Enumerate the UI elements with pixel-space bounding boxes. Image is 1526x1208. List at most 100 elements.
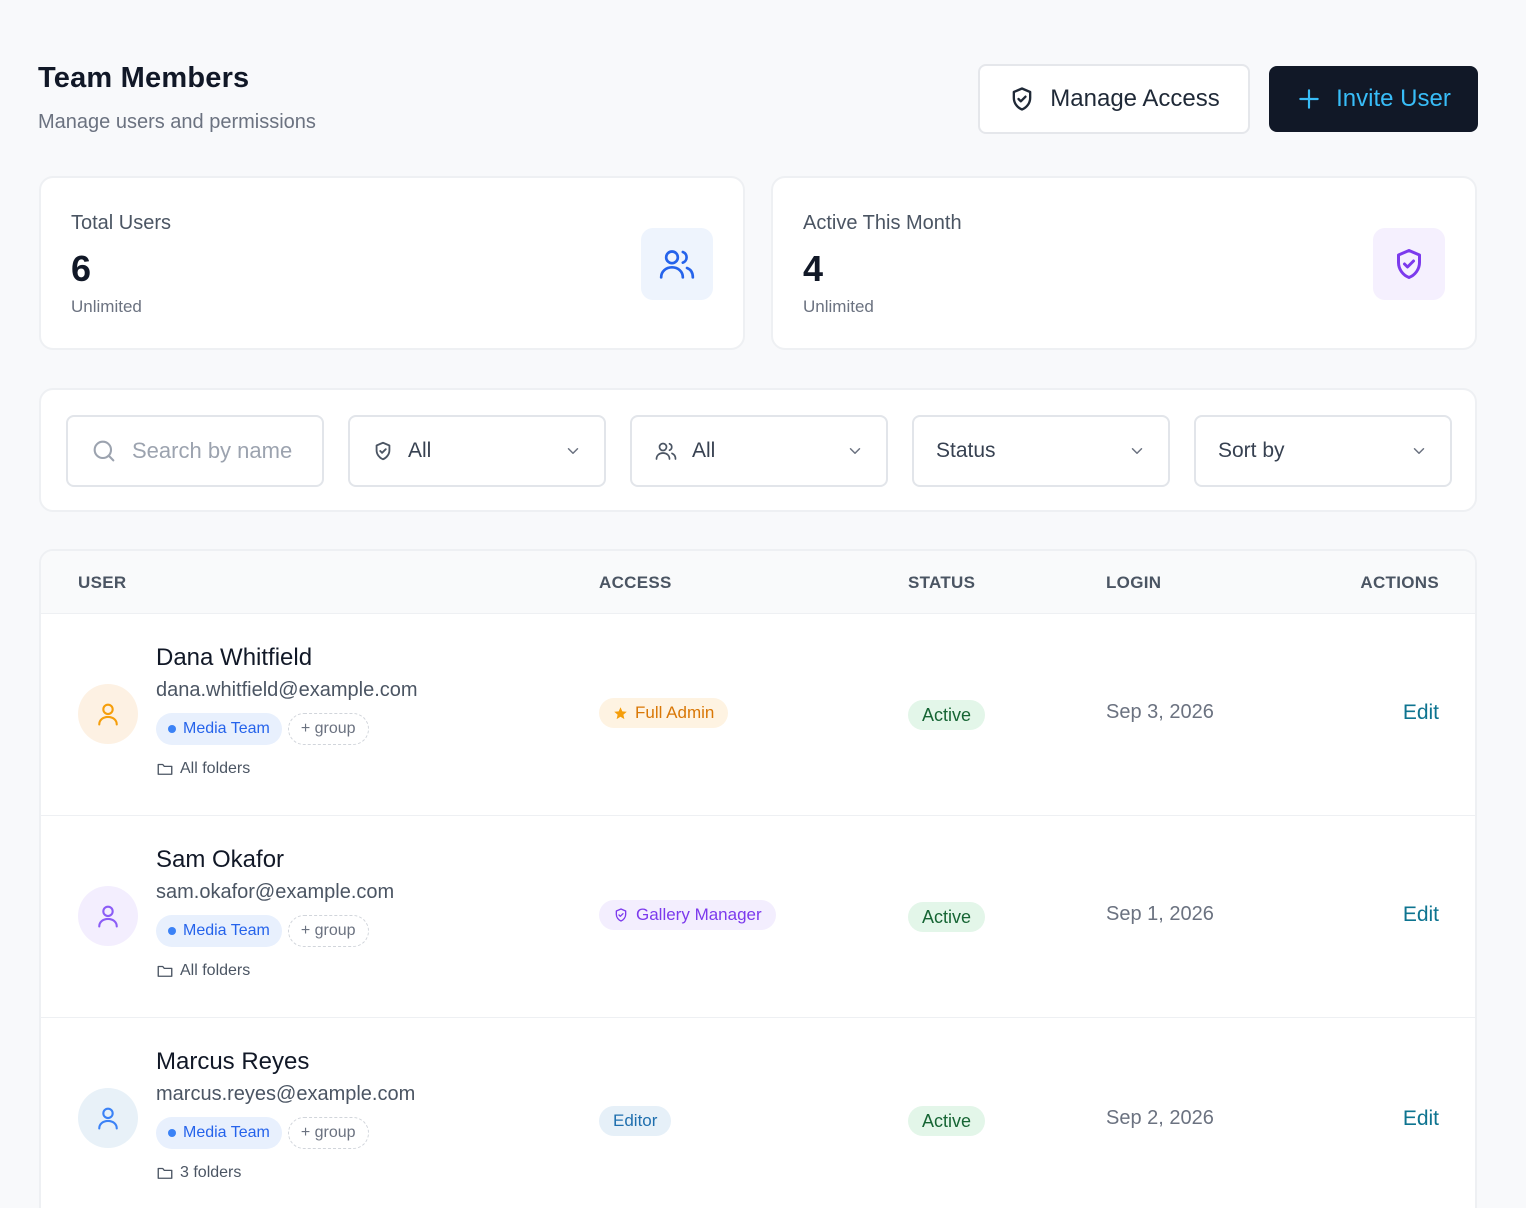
- add-group-button[interactable]: + group: [287, 713, 369, 745]
- user-icon: [98, 1107, 118, 1130]
- page-subtitle: Manage users and permissions: [38, 111, 316, 133]
- folder-access: All folders: [156, 962, 250, 980]
- avatar: [78, 684, 138, 744]
- status-filter-select[interactable]: Status: [912, 415, 1170, 487]
- stat-label: Active This Month: [803, 212, 962, 234]
- shield-check-icon: [1373, 228, 1445, 300]
- stat-value: 4: [803, 248, 824, 289]
- folder-icon: [157, 763, 173, 775]
- last-login: Sep 2, 2026: [1106, 1107, 1214, 1129]
- column-header-access[interactable]: ACCESS: [599, 573, 672, 593]
- add-group-button[interactable]: + group: [287, 1117, 369, 1149]
- user-name[interactable]: Marcus Reyes: [156, 1048, 309, 1076]
- page-header: Team Members Manage users and permission…: [38, 62, 316, 134]
- stat-note: Unlimited: [803, 297, 874, 316]
- chevron-down-icon: [846, 442, 864, 460]
- edit-button[interactable]: Edit: [1403, 903, 1439, 927]
- invite-user-button[interactable]: Invite User: [1269, 66, 1478, 132]
- last-login: Sep 3, 2026: [1106, 701, 1214, 723]
- user-email: dana.whitfield@example.com: [156, 679, 418, 701]
- user-name[interactable]: Dana Whitfield: [156, 644, 312, 672]
- folder-access-label: 3 folders: [180, 1164, 242, 1181]
- group-chip-label: Media Team: [183, 1124, 270, 1141]
- user-email: sam.okafor@example.com: [156, 881, 395, 903]
- search-input[interactable]: [132, 438, 302, 464]
- stat-value: 6: [71, 248, 92, 289]
- users-icon: [654, 439, 678, 463]
- manage-access-label: Manage Access: [1050, 85, 1220, 112]
- folder-icon: [157, 1167, 173, 1179]
- chevron-down-icon: [1128, 442, 1146, 460]
- column-header-status[interactable]: STATUS: [908, 573, 975, 593]
- sort-value: Sort by: [1218, 439, 1285, 462]
- user-name[interactable]: Sam Okafor: [156, 846, 284, 874]
- access-badge: Gallery Manager: [599, 900, 776, 930]
- search-icon: [90, 437, 118, 465]
- access-badge: Full Admin: [599, 698, 729, 728]
- group-chip-label: Media Team: [183, 720, 270, 737]
- group-filter-value: All: [692, 439, 716, 462]
- invite-user-label: Invite User: [1336, 85, 1451, 112]
- shield-icon: [615, 908, 627, 922]
- avatar: [78, 1088, 138, 1148]
- group-filter-select[interactable]: All: [630, 415, 888, 487]
- sort-select[interactable]: Sort by: [1194, 415, 1452, 487]
- avatar: [78, 886, 138, 946]
- group-chips: Media Team + group: [156, 915, 369, 947]
- group-chips: Media Team + group: [156, 713, 369, 745]
- folder-icon: [157, 965, 173, 977]
- page-title: Team Members: [38, 62, 250, 94]
- table-header: USER ACCESS STATUS LOGIN ACTIONS: [41, 551, 1475, 614]
- access-filter-value: All: [408, 439, 432, 462]
- shield-check-icon: [372, 440, 394, 462]
- folder-access: 3 folders: [156, 1164, 241, 1182]
- dot-icon: [168, 927, 176, 935]
- shield-check-icon: [1008, 85, 1036, 113]
- edit-button[interactable]: Edit: [1403, 1107, 1439, 1131]
- column-header-user[interactable]: USER: [78, 573, 126, 593]
- stat-label: Total Users: [71, 212, 172, 234]
- group-chips: Media Team + group: [156, 1117, 369, 1149]
- chevron-down-icon: [1410, 442, 1428, 460]
- table-row: Marcus Reyes marcus.reyes@example.com Me…: [41, 1018, 1475, 1208]
- chevron-down-icon: [564, 442, 582, 460]
- dot-icon: [168, 1129, 176, 1137]
- access-badge-label: Full Admin: [635, 703, 715, 722]
- search-field[interactable]: [66, 415, 324, 487]
- access-badge-label: Gallery Manager: [636, 905, 762, 924]
- status-badge: Active: [908, 700, 986, 730]
- column-header-login[interactable]: LOGIN: [1106, 573, 1161, 593]
- group-chip[interactable]: Media Team: [156, 713, 282, 745]
- folder-access-label: All folders: [180, 760, 251, 777]
- status-badge: Active: [908, 1106, 986, 1136]
- filter-bar: All All Status Sort by: [39, 388, 1477, 512]
- star-icon: [614, 706, 627, 719]
- table-row: Dana Whitfield dana.whitfield@example.co…: [41, 614, 1475, 816]
- users-table: USER ACCESS STATUS LOGIN ACTIONS Dana Wh…: [39, 549, 1477, 1208]
- user-icon: [98, 703, 118, 726]
- add-group-button[interactable]: + group: [287, 915, 369, 947]
- access-badge-label: Editor: [613, 1111, 658, 1130]
- folder-access: All folders: [156, 760, 250, 778]
- manage-access-button[interactable]: Manage Access: [978, 64, 1250, 134]
- column-header-actions: ACTIONS: [1360, 573, 1439, 592]
- access-filter-select[interactable]: All: [348, 415, 606, 487]
- stat-card-total-users: Total Users 6 Unlimited: [39, 176, 745, 350]
- stat-card-active-month: Active This Month 4 Unlimited: [771, 176, 1477, 350]
- access-badge: Editor: [599, 1106, 672, 1136]
- plus-icon: [1296, 86, 1322, 112]
- group-chip-label: Media Team: [183, 922, 270, 939]
- user-email: marcus.reyes@example.com: [156, 1083, 416, 1105]
- dot-icon: [168, 725, 176, 733]
- edit-button[interactable]: Edit: [1403, 701, 1439, 725]
- stat-note: Unlimited: [71, 297, 142, 316]
- folder-access-label: All folders: [180, 962, 251, 979]
- users-icon: [641, 228, 713, 300]
- table-row: Sam Okafor sam.okafor@example.com Media …: [41, 816, 1475, 1018]
- status-filter-value: Status: [936, 439, 996, 462]
- status-badge: Active: [908, 902, 986, 932]
- user-icon: [98, 905, 118, 928]
- last-login: Sep 1, 2026: [1106, 903, 1214, 925]
- group-chip[interactable]: Media Team: [156, 1117, 282, 1149]
- group-chip[interactable]: Media Team: [156, 915, 282, 947]
